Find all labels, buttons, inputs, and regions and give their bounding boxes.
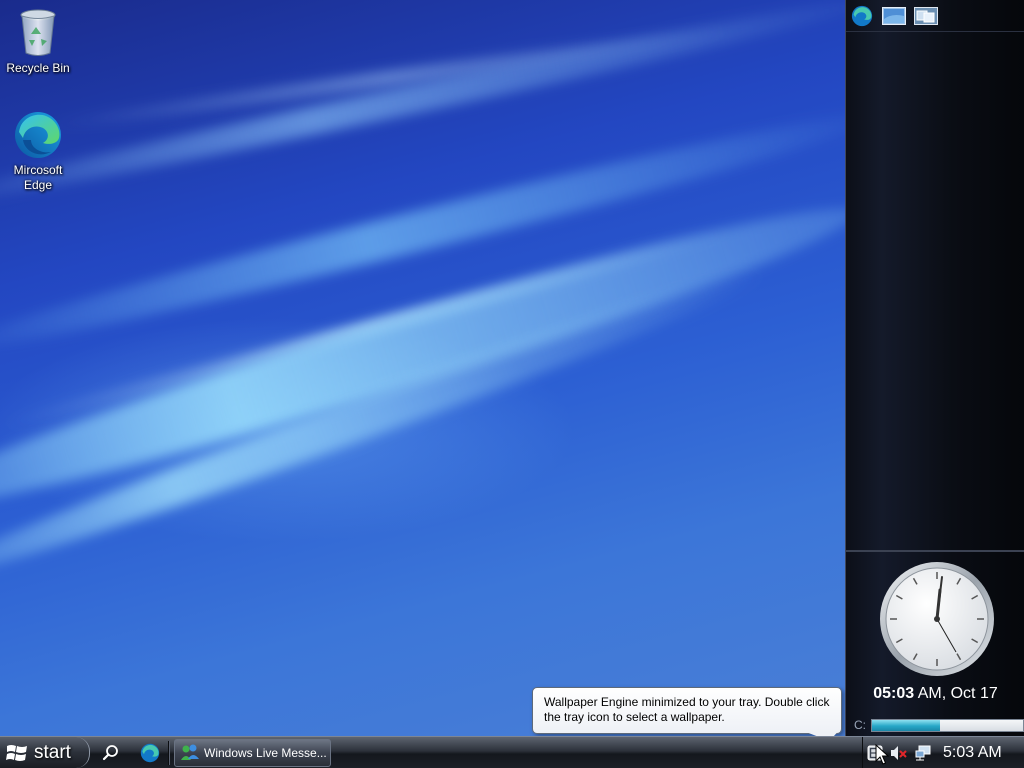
desktop-icon-edge[interactable]: Mircosoft Edge	[0, 110, 76, 193]
sidebar-divider	[846, 550, 1024, 552]
start-label: start	[34, 741, 71, 763]
tray-network[interactable]	[911, 741, 935, 765]
clock-time-bold: 05:03	[873, 685, 915, 702]
desktop-icon-recycle-bin[interactable]: Recycle Bin	[0, 8, 76, 76]
switch-windows-icon	[914, 6, 938, 25]
tray-volume[interactable]	[887, 741, 911, 765]
drive-label: C:	[854, 718, 866, 732]
wallpaper-streak	[0, 0, 845, 218]
clock-date: AM, Oct 17	[914, 685, 998, 702]
edge-icon	[140, 743, 160, 763]
desktop-wallpaper[interactable]: Recycle Bin Mircosoft Edge	[0, 0, 845, 736]
drive-usage-bar	[871, 718, 1024, 732]
sidebar-date-time: 05:03 AM, Oct 17	[846, 685, 1024, 703]
sidebar-switch-windows-button[interactable]	[913, 5, 939, 27]
taskbar: start Windows Live Messe... 5:03 AM	[0, 736, 1024, 768]
edge-icon	[851, 5, 873, 26]
windows-logo-icon	[6, 744, 27, 761]
sidebar-edge-button[interactable]	[849, 5, 875, 27]
start-button[interactable]: start	[0, 737, 90, 768]
edge-icon	[15, 112, 61, 158]
tray-clock[interactable]: 5:03 AM	[943, 744, 1002, 762]
task-button-windows-live-messenger[interactable]: Windows Live Messe...	[174, 739, 331, 767]
desktop-icon-label: Mircosoft Edge	[13, 163, 63, 192]
notification-text: Wallpaper Engine minimized to your tray.…	[544, 695, 830, 724]
desktop-icon	[882, 6, 906, 25]
sidebar-toolbar	[846, 0, 1024, 32]
tray-balloon-notification[interactable]: Wallpaper Engine minimized to your tray.…	[532, 687, 842, 734]
drive-usage-fill	[872, 719, 940, 731]
recycle-bin-icon	[20, 9, 56, 56]
taskbar-separator	[168, 741, 170, 765]
messenger-icon	[181, 744, 199, 760]
search-icon	[102, 745, 118, 761]
network-icon	[915, 745, 931, 760]
desktop-icon-label: Recycle Bin	[6, 61, 70, 75]
windows-sidebar: 05:03 AM, Oct 17 C:	[845, 0, 1024, 736]
analog-clock-gadget[interactable]	[878, 560, 996, 678]
quick-launch-edge[interactable]	[137, 740, 163, 766]
quick-launch-search[interactable]	[98, 740, 124, 766]
task-button-label: Windows Live Messe...	[204, 746, 327, 760]
drive-meter-gadget[interactable]: C:	[854, 717, 1024, 733]
mouse-cursor-icon	[875, 744, 889, 765]
volume-muted-icon	[891, 745, 907, 760]
sidebar-show-desktop-button[interactable]	[881, 5, 907, 27]
